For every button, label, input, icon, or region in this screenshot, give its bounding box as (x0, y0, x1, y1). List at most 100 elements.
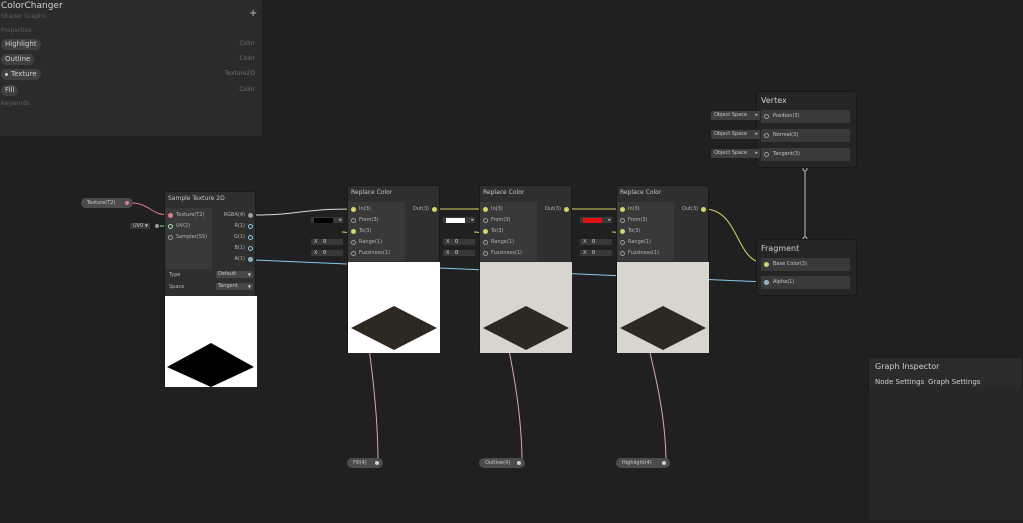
in-input-port-icon[interactable] (351, 207, 356, 212)
range-input-port-icon[interactable] (351, 240, 356, 245)
output-port-icon[interactable] (375, 461, 379, 465)
replace-color-node[interactable]: Replace Color In(3) From(3) To(3) Range(… (616, 185, 709, 353)
output-port-icon[interactable] (662, 461, 666, 465)
input-port-icon[interactable] (764, 114, 769, 119)
fragment-context[interactable]: Fragment Base Color(3) Alpha(1) (756, 239, 857, 296)
tab-node-settings[interactable]: Node Settings (872, 378, 931, 389)
rgba-output-port-icon[interactable] (248, 213, 253, 218)
g-output-port-icon[interactable] (248, 235, 253, 240)
uv-output-port-icon[interactable] (155, 224, 159, 228)
fuzziness-field[interactable]: X 0 (579, 249, 613, 257)
texture-property-label: Texture(T2) (87, 200, 116, 206)
port-label: To(3) (491, 228, 504, 234)
property-label: Outline(4) (485, 460, 511, 466)
highlight-property-node[interactable]: Highlight(4) (616, 458, 670, 468)
range-field[interactable]: X 0 (579, 238, 613, 246)
replace-color-node[interactable]: Replace Color In(3) From(3) To(3) Range(… (347, 185, 440, 353)
property-pill[interactable]: Highlight (1, 39, 41, 50)
port-label: Fuzziness(1) (491, 250, 522, 256)
from-color-field[interactable]: ▸ (442, 216, 476, 224)
input-port-icon[interactable] (764, 152, 769, 157)
input-port-icon[interactable] (764, 280, 769, 285)
output-port-icon[interactable] (125, 201, 129, 205)
property-row-texture[interactable]: Texture Texture2D (0, 69, 262, 81)
out-output-port-icon[interactable] (564, 207, 569, 212)
input-port-icon[interactable] (764, 262, 769, 267)
space-value: Object Space (714, 112, 748, 118)
fragment-block-base-color[interactable]: Base Color(3) (761, 258, 850, 271)
normal-space-field[interactable]: Object Space ▸ (711, 130, 760, 139)
space-dropdown[interactable]: Tangent ▼ (216, 283, 253, 290)
from-input-port-icon[interactable] (483, 218, 488, 223)
chevron-down-icon: ▸ (339, 217, 342, 223)
texture-input-port-icon[interactable] (168, 213, 173, 218)
fuzziness-input-port-icon[interactable] (351, 251, 356, 256)
vertex-block-position[interactable]: Position(3) (761, 110, 850, 123)
node-title: Replace Color (620, 189, 662, 196)
property-row-outline[interactable]: Outline Color (0, 54, 262, 66)
input-port-icon[interactable] (764, 133, 769, 138)
x-label: X (314, 250, 318, 256)
property-label: Fill(4) (353, 460, 367, 466)
port-label: Fuzziness(1) (359, 250, 390, 256)
out-output-port-icon[interactable] (432, 207, 437, 212)
range-input-port-icon[interactable] (483, 240, 488, 245)
tab-graph-settings[interactable]: Graph Settings (928, 378, 980, 386)
block-label: Base Color(3) (773, 261, 807, 267)
property-pill[interactable]: Fill (1, 85, 19, 96)
wire-rgba-to-in (253, 208, 353, 216)
property-row-fill[interactable]: Fill Color (0, 85, 262, 97)
from-input-port-icon[interactable] (620, 218, 625, 223)
inspector-title: Graph Inspector (875, 362, 940, 371)
replace-preview (617, 262, 709, 353)
uv-channel-dropdown[interactable]: UV0 ▼ (129, 222, 151, 230)
fill-property-node[interactable]: Fill(4) (347, 458, 383, 468)
range-field[interactable]: X 0 (310, 238, 344, 246)
x-label: X (314, 239, 318, 245)
out-output-port-icon[interactable] (701, 207, 706, 212)
r-output-port-icon[interactable] (248, 224, 253, 229)
outline-property-node[interactable]: Outline(4) (479, 458, 525, 468)
uv-input-port-icon[interactable] (168, 224, 173, 229)
output-port-icon[interactable] (517, 461, 521, 465)
property-row-highlight[interactable]: Highlight Color (0, 39, 262, 51)
position-space-field[interactable]: Object Space ▸ (711, 111, 760, 120)
from-color-field[interactable]: ▸ (310, 216, 344, 224)
fragment-block-alpha[interactable]: Alpha(1) (761, 276, 850, 289)
range-input-port-icon[interactable] (620, 240, 625, 245)
port-label: Sampler(SS) (176, 234, 208, 240)
sample-texture-2d-node[interactable]: Sample Texture 2D Texture(T2) UV(2) Samp… (164, 191, 257, 387)
texture-property-node[interactable]: Texture(T2) (81, 198, 133, 208)
fuzziness-value: 0 (592, 250, 596, 256)
space-value: Object Space (714, 131, 748, 137)
type-dropdown[interactable]: Default ▼ (216, 271, 253, 278)
fuzziness-field[interactable]: X 0 (442, 249, 476, 257)
to-input-port-icon[interactable] (620, 229, 625, 234)
port-label: B(1) (234, 245, 245, 251)
b-output-port-icon[interactable] (248, 246, 253, 251)
vertex-block-tangent[interactable]: Tangent(3) (761, 148, 850, 161)
in-input-port-icon[interactable] (483, 207, 488, 212)
from-color-field[interactable]: ▸ (579, 216, 613, 224)
fuzziness-field[interactable]: X 0 (310, 249, 344, 257)
blackboard-panel: ColorChanger Shader Graphs + Properties … (0, 0, 262, 136)
fuzziness-input-port-icon[interactable] (483, 251, 488, 256)
property-pill[interactable]: Texture (1, 69, 41, 80)
replace-color-node[interactable]: Replace Color In(3) From(3) To(3) Range(… (479, 185, 572, 353)
from-input-port-icon[interactable] (351, 218, 356, 223)
graph-title: ColorChanger (1, 1, 63, 11)
to-input-port-icon[interactable] (483, 229, 488, 234)
to-input-port-icon[interactable] (351, 229, 356, 234)
from-color-swatch (446, 218, 465, 223)
x-label: X (583, 239, 587, 245)
vertex-block-normal[interactable]: Normal(3) (761, 129, 850, 142)
fuzziness-input-port-icon[interactable] (620, 251, 625, 256)
range-field[interactable]: X 0 (442, 238, 476, 246)
vertex-context[interactable]: Vertex Position(3) Normal(3) Tangent(3) (756, 91, 857, 168)
property-pill[interactable]: Outline (1, 54, 35, 65)
tangent-space-field[interactable]: Object Space ▸ (711, 149, 760, 158)
add-property-button[interactable]: + (249, 9, 257, 19)
sampler-input-port-icon[interactable] (168, 235, 173, 240)
in-input-port-icon[interactable] (620, 207, 625, 212)
a-output-port-icon[interactable] (248, 257, 253, 262)
